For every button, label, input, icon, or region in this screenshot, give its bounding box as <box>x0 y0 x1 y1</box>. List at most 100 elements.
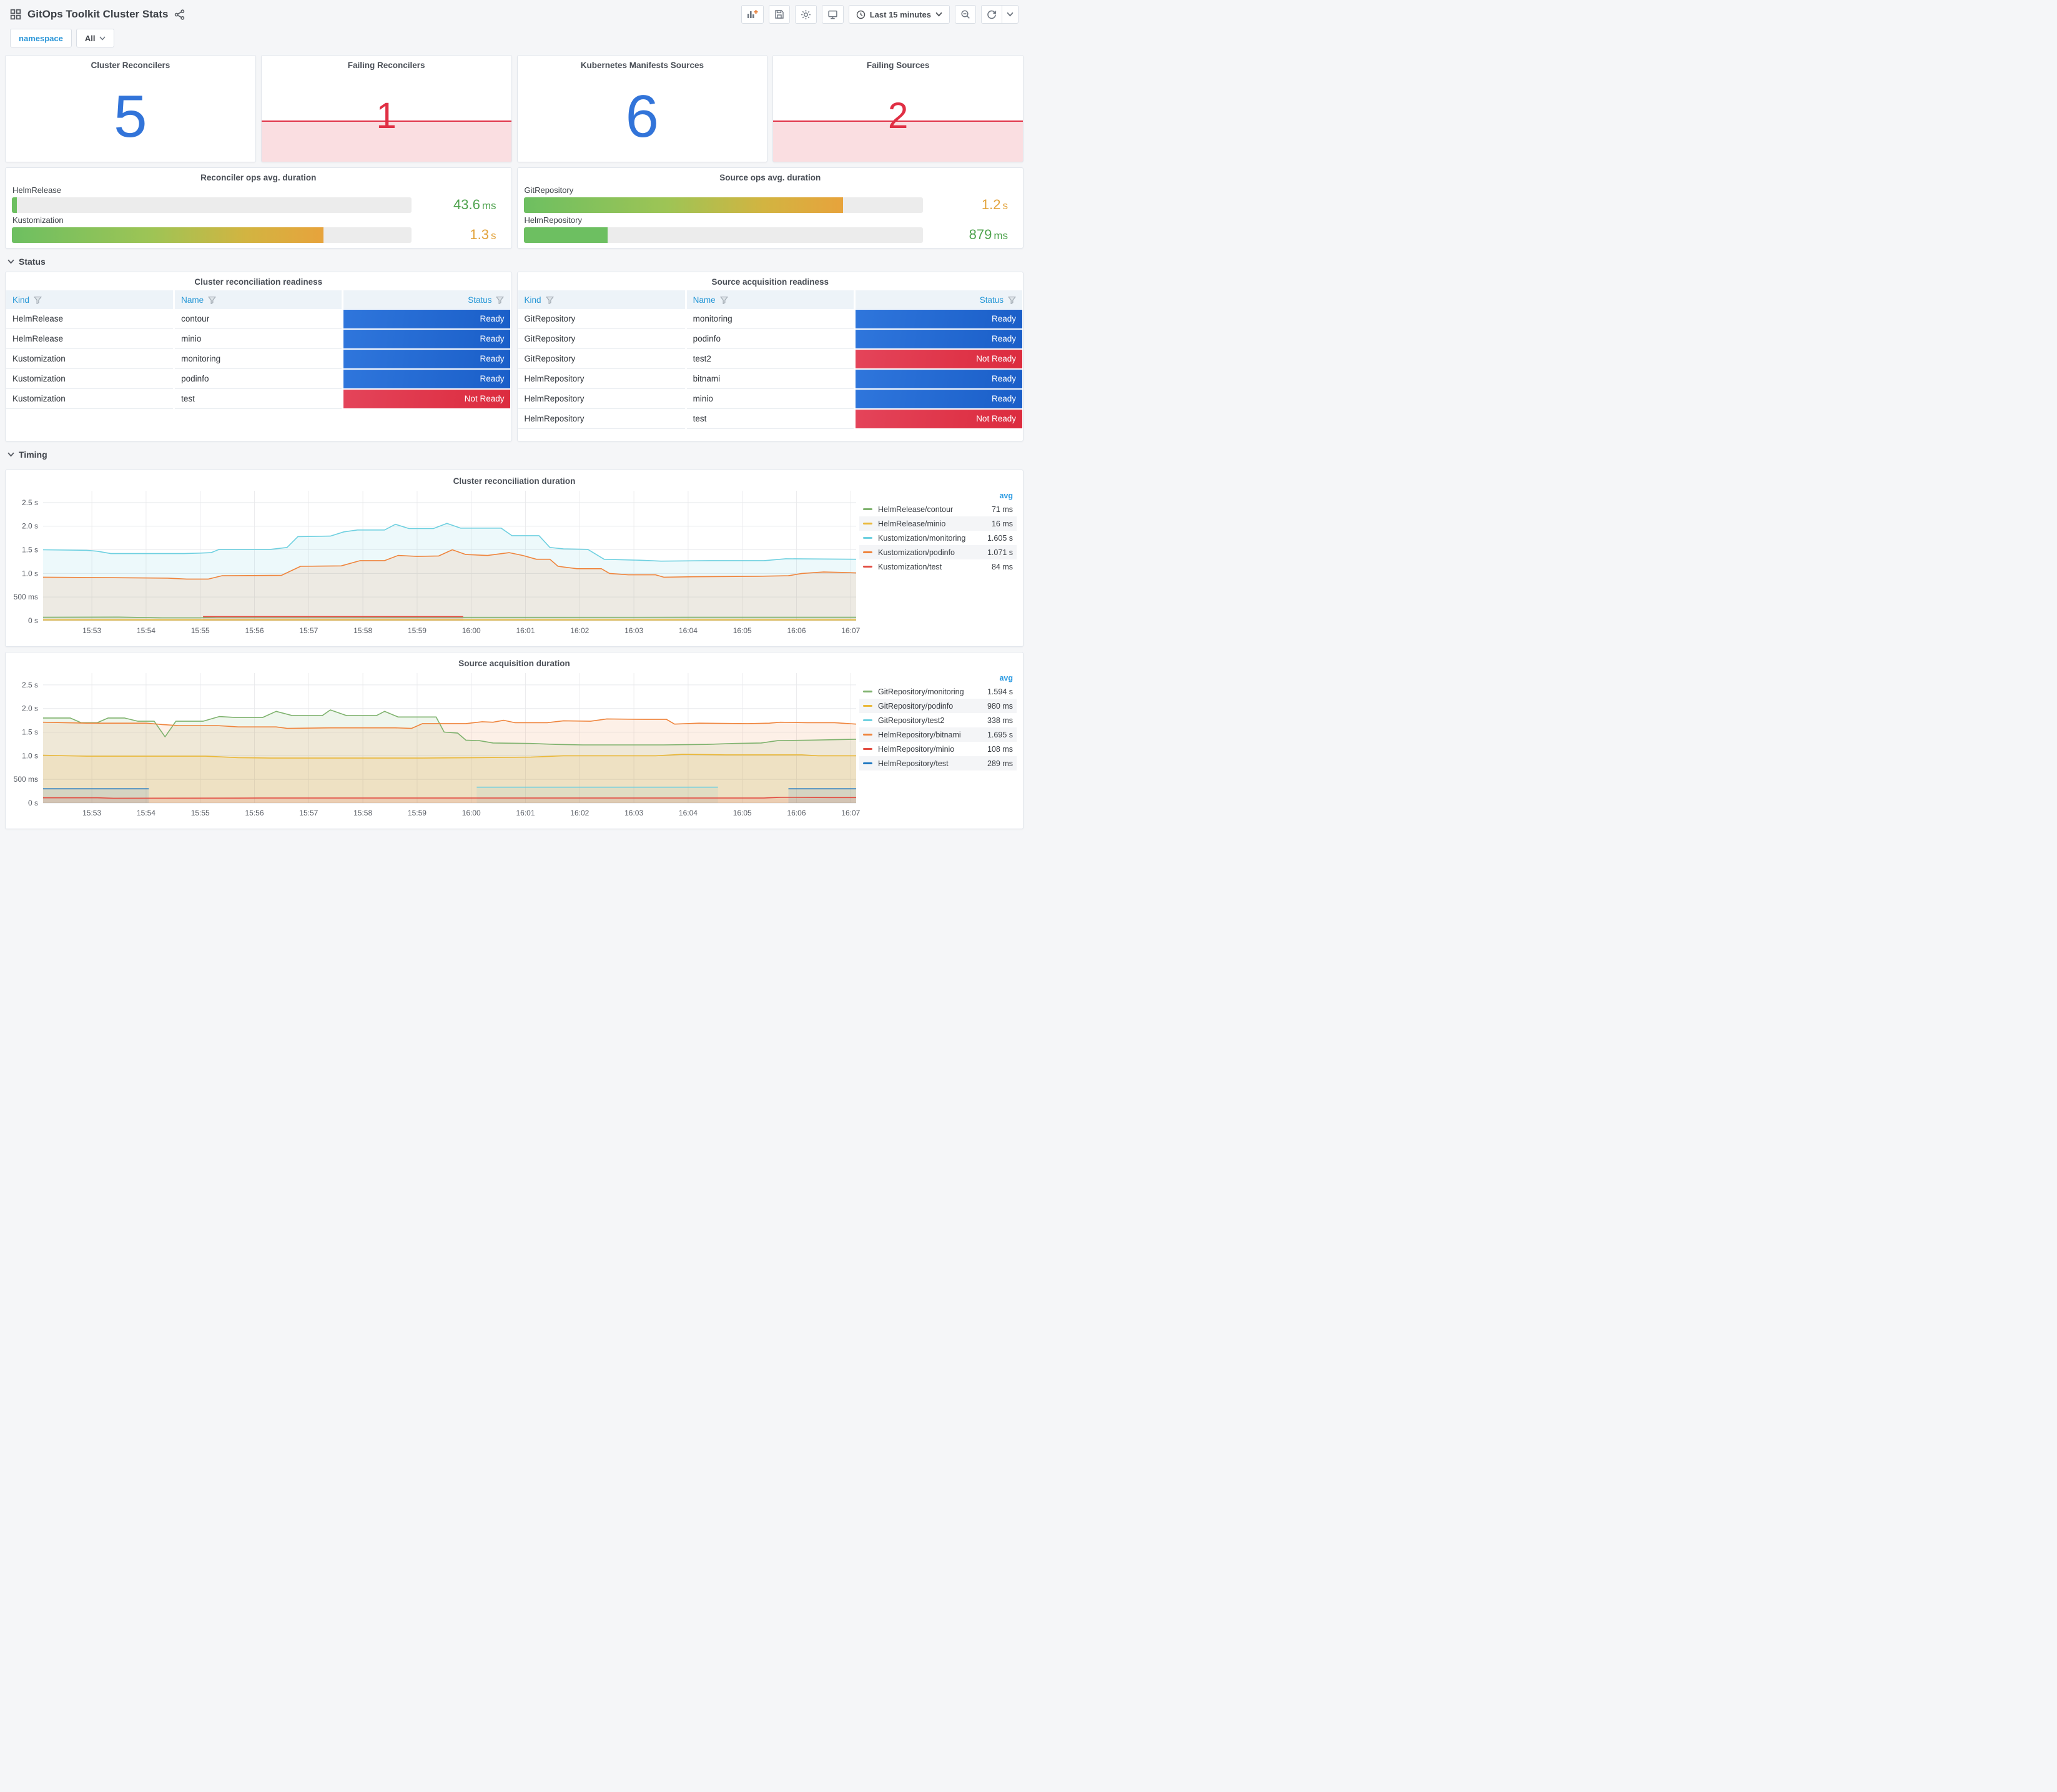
legend-item[interactable]: HelmRepository/bitnami 1.695 s <box>859 727 1017 742</box>
cell-status: Ready <box>855 309 1022 329</box>
gauge-unit: ms <box>481 200 496 212</box>
panel-title[interactable]: Cluster reconciliation duration <box>8 471 1020 487</box>
series-color-icon <box>863 508 872 510</box>
variable-label-namespace[interactable]: namespace <box>10 29 72 47</box>
svg-text:15:53: 15:53 <box>82 626 101 635</box>
gauge-value: 1.3 s <box>412 227 505 243</box>
variable-value-dropdown[interactable]: All <box>76 29 115 47</box>
legend-item[interactable]: GitRepository/podinfo 980 ms <box>859 699 1017 713</box>
panel-title[interactable]: Kubernetes Manifests Sources <box>518 56 767 71</box>
column-header-label: Name <box>693 295 716 305</box>
gauge-fill <box>523 227 608 243</box>
svg-text:16:02: 16:02 <box>570 626 589 635</box>
panel-title[interactable]: Cluster reconciliation readiness <box>6 272 511 288</box>
column-header-status[interactable]: Status <box>343 290 511 309</box>
apps-grid-icon[interactable] <box>10 9 21 20</box>
svg-text:15:56: 15:56 <box>245 809 264 817</box>
stat-panel-failing-sources: Failing Sources 2 <box>772 55 1024 162</box>
refresh-button[interactable] <box>981 5 1002 24</box>
legend-item[interactable]: Kustomization/monitoring 1.605 s <box>859 531 1017 545</box>
svg-text:16:04: 16:04 <box>679 809 698 817</box>
legend-avg-value: 1.605 s <box>987 533 1013 543</box>
section-header-timing[interactable]: Timing <box>5 441 1024 465</box>
series-color-icon <box>863 691 872 692</box>
cell-name: contour <box>175 309 342 329</box>
column-header-kind[interactable]: Kind <box>518 290 685 309</box>
gauge-number: 43.6 <box>453 197 480 212</box>
panel-title[interactable]: Reconciler ops avg. duration <box>6 168 511 184</box>
gauge-panel: Source ops avg. duration GitRepository 1.2… <box>516 167 1024 249</box>
cell-name: bitnami <box>686 369 854 389</box>
svg-text:2.0 s: 2.0 s <box>22 522 38 531</box>
panel-title[interactable]: Cluster Reconcilers <box>6 56 255 71</box>
svg-text:15:55: 15:55 <box>191 626 210 635</box>
filter-icon[interactable] <box>496 296 505 304</box>
cell-status: Ready <box>343 349 511 369</box>
legend-item[interactable]: HelmRelease/minio 16 ms <box>859 516 1017 531</box>
legend-avg-value: 1.695 s <box>987 730 1013 739</box>
cell-name: podinfo <box>175 369 342 389</box>
legend-avg-value: 16 ms <box>991 519 1013 528</box>
column-header-name[interactable]: Name <box>686 290 854 309</box>
panel-title[interactable]: Source acquisition duration <box>8 654 1020 669</box>
svg-text:2.5 s: 2.5 s <box>22 681 38 689</box>
svg-text:16:03: 16:03 <box>624 626 643 635</box>
time-range-picker[interactable]: Last 15 minutes <box>848 5 950 24</box>
cell-status: Not Ready <box>855 409 1022 429</box>
stat-body: 5 <box>6 71 255 162</box>
legend-item[interactable]: HelmRelease/contour 71 ms <box>859 502 1017 516</box>
filter-icon[interactable] <box>1007 296 1016 304</box>
status-badge: Ready <box>855 369 1022 388</box>
column-header-label: Kind <box>12 295 30 305</box>
save-dashboard-button[interactable] <box>768 5 790 24</box>
legend-avg-value: 1.071 s <box>987 548 1013 557</box>
gauge-label: HelmRepository <box>524 215 582 225</box>
panel-title[interactable]: Failing Sources <box>773 56 1023 71</box>
cell-name: monitoring <box>686 309 854 329</box>
zoom-out-button[interactable] <box>955 5 976 24</box>
gauge-number: 1.2 <box>981 197 1001 212</box>
panel-title[interactable]: Source ops avg. duration <box>518 168 1024 184</box>
series-color-icon <box>863 719 872 721</box>
dashboard-settings-button[interactable] <box>794 5 817 24</box>
column-header-name[interactable]: Name <box>175 290 342 309</box>
stat-body: 6 <box>518 71 767 162</box>
legend-series-name: HelmRelease/contour <box>878 505 954 514</box>
cell-kind: Kustomization <box>6 369 174 389</box>
column-header-kind[interactable]: Kind <box>6 290 174 309</box>
filter-icon[interactable] <box>545 296 554 304</box>
refresh-interval-dropdown[interactable] <box>1002 5 1019 24</box>
cycle-view-mode-button[interactable] <box>821 5 844 24</box>
panel-title[interactable]: Source acquisition readiness <box>518 272 1024 288</box>
chevron-down-icon <box>1007 12 1014 17</box>
gauge-value: 1.2 s <box>923 197 1017 213</box>
column-header-label: Kind <box>524 295 541 305</box>
cell-name: test <box>175 389 342 409</box>
cell-kind: HelmRepository <box>518 369 685 389</box>
legend-item[interactable]: GitRepository/monitoring 1.594 s <box>859 684 1017 699</box>
share-icon[interactable] <box>174 9 185 20</box>
filter-icon[interactable] <box>34 296 42 304</box>
status-badge: Ready <box>855 309 1022 328</box>
legend-item[interactable]: Kustomization/podinfo 1.071 s <box>859 545 1017 559</box>
legend-series-name: GitRepository/test2 <box>878 716 945 725</box>
panel-title[interactable]: Failing Reconcilers <box>262 56 511 71</box>
gauge-track <box>523 227 923 243</box>
legend-item[interactable]: HelmRepository/minio 108 ms <box>859 742 1017 756</box>
cell-kind: GitRepository <box>518 329 685 349</box>
status-badge: Not Ready <box>343 389 511 408</box>
add-panel-button[interactable] <box>741 5 764 24</box>
gauge-panels-row: Reconciler ops avg. duration HelmRelease 4… <box>5 167 1024 249</box>
section-header-status[interactable]: Status <box>5 249 1024 272</box>
legend-avg-value: 84 ms <box>991 562 1013 571</box>
svg-text:16:04: 16:04 <box>679 626 698 635</box>
legend-item[interactable]: GitRepository/test2 338 ms <box>859 713 1017 727</box>
legend-item[interactable]: Kustomization/test 84 ms <box>859 559 1017 574</box>
column-header-status[interactable]: Status <box>855 290 1022 309</box>
gauge-label: Kustomization <box>12 215 64 225</box>
filter-icon[interactable] <box>719 296 728 304</box>
filter-icon[interactable] <box>208 296 217 304</box>
series-color-icon <box>863 523 872 524</box>
legend-item[interactable]: HelmRepository/test 289 ms <box>859 756 1017 770</box>
svg-text:500 ms: 500 ms <box>14 775 38 784</box>
